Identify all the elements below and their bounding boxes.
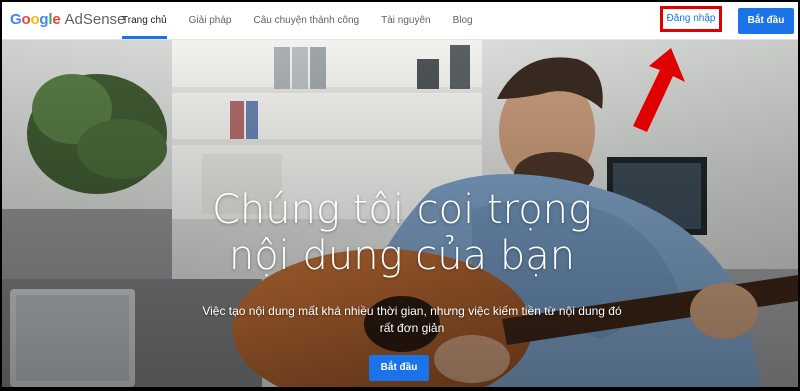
hero-subtitle: Việc tạo nội dung mất khá nhiều thời gia… xyxy=(192,303,632,337)
nav-item-blog[interactable]: Blog xyxy=(453,2,473,39)
nav-item-solutions[interactable]: Giải pháp xyxy=(189,2,232,39)
hero-heading-line: nội dung của bạn xyxy=(228,233,576,279)
get-started-button[interactable]: Bắt đầu xyxy=(738,8,794,34)
adsense-wordmark: AdSense xyxy=(64,11,126,28)
nav-item-success-stories[interactable]: Câu chuyện thành công xyxy=(253,2,359,39)
google-adsense-logo[interactable]: Google AdSense xyxy=(10,11,125,28)
hero-subtitle-line: Việc tạo nội dung mất khá nhiều thời gia… xyxy=(202,304,622,318)
logo-letter: e xyxy=(52,11,61,28)
logo-letter: G xyxy=(10,11,22,28)
main-nav: Trang chủ Giải pháp Câu chuyện thành côn… xyxy=(122,2,495,39)
browser-frame: Google AdSense Trang chủ Giải pháp Câu c… xyxy=(2,2,798,387)
hero-get-started-button[interactable]: Bắt đầu xyxy=(369,355,429,381)
nav-item-resources[interactable]: Tài nguyên xyxy=(381,2,430,39)
google-wordmark: Google xyxy=(10,11,61,28)
red-arrow-icon xyxy=(633,48,685,132)
hero-heading-line: Chúng tôi coi trọng xyxy=(211,187,593,233)
nav-item-home[interactable]: Trang chủ xyxy=(122,2,167,39)
sign-in-button[interactable]: Đăng nhập xyxy=(660,6,722,32)
hero-heading: Chúng tôi coi trọng nội dung của bạn xyxy=(152,187,652,279)
hero-subtitle-line: rất đơn giản xyxy=(379,321,445,335)
top-navigation-bar: Google AdSense Trang chủ Giải pháp Câu c… xyxy=(2,2,798,40)
